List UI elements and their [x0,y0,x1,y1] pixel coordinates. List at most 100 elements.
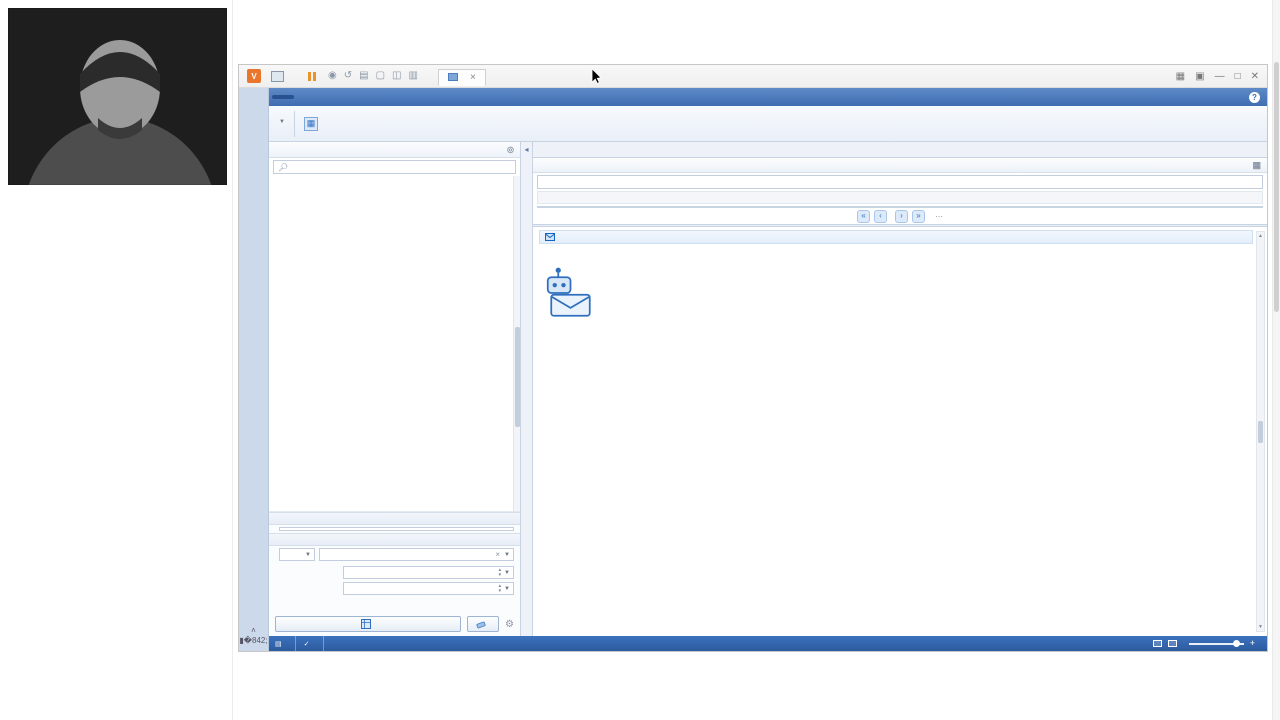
ribbon-separator [293,110,295,137]
network-icon[interactable]: ▮�842; [239,637,267,645]
detail-header[interactable] [539,230,1253,244]
spinner-icons[interactable]: ▲ ▼ [498,583,502,593]
guest-desktop: ˄ ▮�842; ? ▼ ▦ ◎ 🔎︎ ▼ × ▼ ▲ ▼ ▼ ▲ ▼ ▼ ⚙ … [239,88,1267,651]
tree-scrollbar-thumb[interactable] [515,326,520,428]
chevron-down-icon[interactable]: ▼ [504,586,510,592]
guest-taskbar: ˄ ▮�842; [239,88,269,651]
zoom-slider-thumb[interactable] [1232,639,1240,647]
chevron-down-icon: ▼ [504,551,510,558]
detail-pane: ▲ ▼ [533,227,1267,636]
eraser-icon [476,621,486,629]
next-page-button[interactable]: › [895,209,908,223]
clear-icon[interactable]: × [495,550,500,559]
date-to-input[interactable]: ▲ ▼ ▼ [343,582,514,595]
webinar-sidebar [0,0,233,720]
pinned-message [12,212,222,219]
results-search-input[interactable] [542,176,1258,188]
reset-button[interactable] [467,616,500,632]
show-events-button[interactable] [275,616,462,632]
flag-select[interactable]: ▼ [279,548,315,561]
unity-icon[interactable]: ◫ [392,71,401,81]
results-search[interactable] [537,175,1263,189]
search-icon: 🔎︎ [278,162,289,172]
minimize-button[interactable]: — [1215,71,1225,82]
page-scrollbar-thumb[interactable] [1274,62,1279,312]
maximize-button[interactable]: □ [1235,71,1241,82]
incident-date-group: ▼ [276,119,285,128]
zoom-slider[interactable] [1188,639,1244,647]
results-panel: ▦ « ‹ › » ⋯ ▲ ▼ [533,142,1267,636]
incident-date-range[interactable] [279,527,514,531]
chevron-down-icon[interactable]: ▼ [504,570,510,576]
date-from-input[interactable]: ▲ ▼ ▼ [343,566,514,579]
view-grid-icon[interactable]: ▦ [1176,71,1185,82]
grid-toggle-icon[interactable]: ▦ [303,116,318,131]
mailbox-robot-icon [539,263,595,323]
menu-button[interactable] [272,95,294,99]
console-view-icon[interactable]: ▥ [408,71,417,81]
page-scrollbar[interactable] [1272,0,1280,720]
first-page-button[interactable]: « [857,209,870,223]
scroll-up-icon[interactable]: ▲ [1258,233,1263,239]
ribbon: ▼ ▦ [269,106,1267,142]
vm-tab[interactable]: × [437,68,486,86]
console-icon [271,70,284,82]
mouse-cursor [591,68,602,84]
rules-tree [269,176,520,512]
taskbar-tray: ˄ ▮�842; [239,627,268,649]
status-bar: ▤ ✓ + [269,636,1267,651]
chevron-down-icon: ▼ [305,551,311,558]
vmware-window: V ◉ ↺ ▤ ▢ ◫ ▥ × ▦ ▣ — □ ✕ ˄ ▮�842; ? ▼ ▦… [238,64,1268,652]
gear-icon[interactable]: ⚙ [505,619,514,630]
chevron-down-icon[interactable]: ▼ [279,119,285,125]
collapse-panel-button[interactable]: ◂ [521,142,533,636]
pause-vm-icon[interactable] [308,71,316,81]
flag-combo[interactable]: × ▼ [319,548,514,561]
vmware-toolbar: ◉ ↺ ▤ ▢ ◫ ▥ [328,71,418,81]
vm-tab-close-icon[interactable]: × [470,72,476,83]
pin-icon[interactable]: ◎ [507,145,514,154]
screen: V ◉ ↺ ▤ ▢ ◫ ▥ × ▦ ▣ — □ ✕ ˄ ▮�842; ? ▼ ▦… [0,0,1280,720]
revert-icon[interactable]: ↺ [344,71,352,81]
pager-more-icon[interactable]: ⋯ [935,212,943,221]
vmware-titlebar: V ◉ ↺ ▤ ▢ ◫ ▥ × ▦ ▣ — □ ✕ [239,65,1267,88]
app-tab-bar: ? [269,88,1267,106]
fullscreen-icon[interactable]: ▢ [376,71,385,81]
vmware-window-controls: ▦ ▣ — □ ✕ [1176,71,1259,82]
vmware-logo-icon: V [247,69,261,83]
detail-scrollbar[interactable]: ▲ ▼ [1256,231,1265,632]
detail-scrollbar-thumb[interactable] [1258,420,1263,443]
zoom-in-icon[interactable]: + [1250,639,1255,648]
prev-page-button[interactable]: ‹ [874,209,887,223]
rule-filter-title [269,533,520,546]
panel-menu-icon[interactable]: ▦ [1252,160,1261,171]
rules-panel: ◎ 🔎︎ ▼ × ▼ ▲ ▼ ▼ ▲ ▼ ▼ ⚙ [269,142,521,636]
mail-icon [545,233,555,241]
tree-scrollbar[interactable] [513,176,520,511]
snapshot-icon[interactable]: ◉ [328,71,337,81]
scroll-down-icon[interactable]: ▼ [1258,624,1263,630]
rules-search-input[interactable] [292,161,511,173]
groupby-bar[interactable] [537,191,1263,204]
help-icon[interactable]: ? [1249,91,1260,103]
rules-search[interactable]: 🔎︎ [273,160,516,174]
tray-arrow-icon[interactable]: ˄ [251,627,256,635]
manage-icon[interactable]: ▤ [359,71,368,81]
app-body: ◎ 🔎︎ ▼ × ▼ ▲ ▼ ▼ ▲ ▼ ▼ ⚙ ◂ ▦ « ‹ › » ⋯ ▲… [269,142,1267,636]
speaker-silhouette-icon [8,8,227,185]
siem-app: ? ▼ ▦ ◎ 🔎︎ ▼ × ▼ ▲ ▼ ▼ ▲ ▼ ▼ ⚙ ◂ ▦ « ‹ ›… [269,88,1267,651]
pagination: « ‹ › » ⋯ [533,208,1267,224]
database-icon [1167,640,1177,647]
status-running-icon: ✓ [303,640,310,648]
view-screen-icon[interactable]: ▣ [1195,71,1204,82]
global-filter-title [269,512,520,525]
last-page-button[interactable]: » [912,209,925,223]
results-tabs [533,142,1267,158]
close-button[interactable]: ✕ [1251,71,1259,82]
spinner-icons[interactable]: ▲ ▼ [498,567,502,577]
table-icon [361,619,372,629]
page-icon: ▤ [275,640,282,648]
speaker-photo [8,8,227,185]
vm-screen-icon [447,73,458,81]
computer-icon [1152,640,1162,647]
